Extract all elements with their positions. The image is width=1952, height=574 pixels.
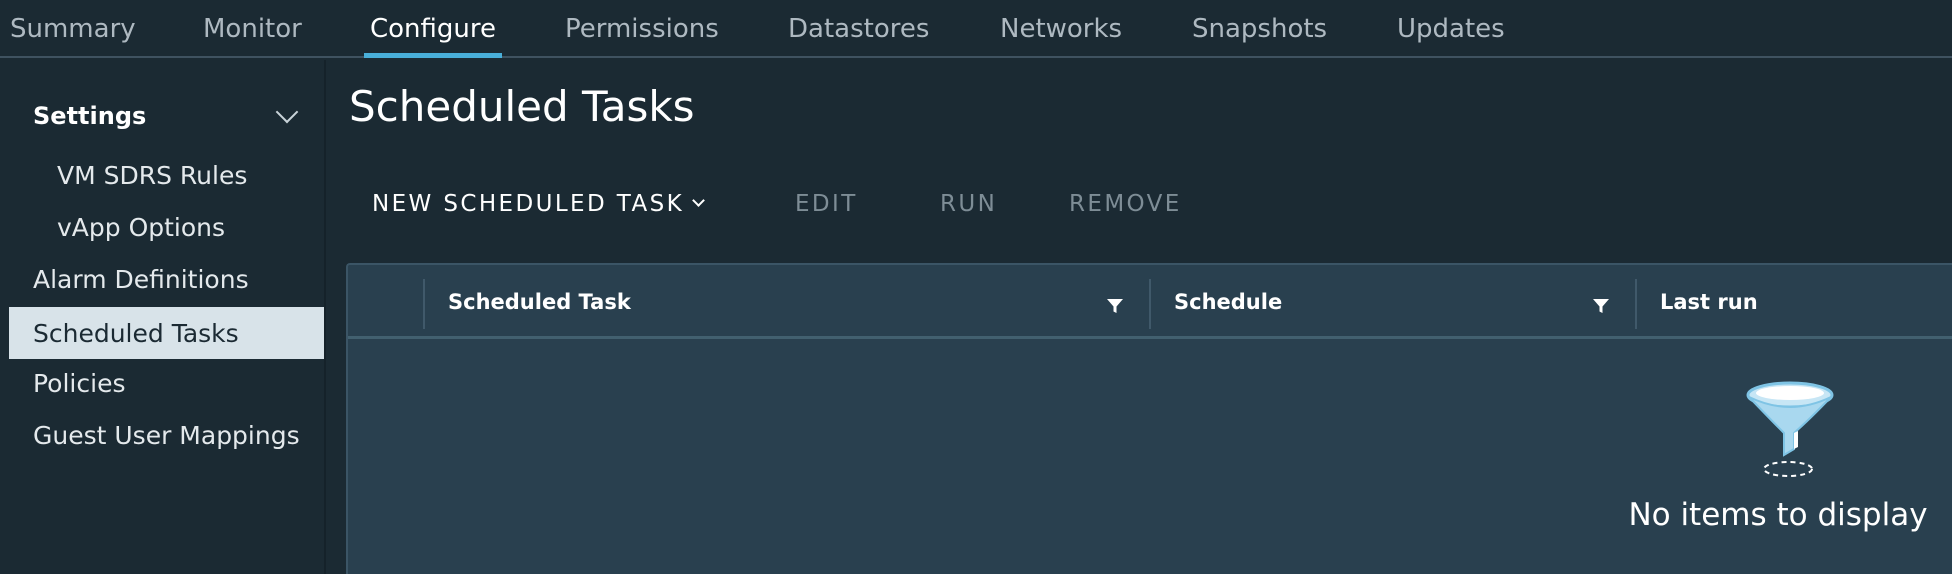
remove-button[interactable]: REMOVE xyxy=(1069,184,1182,224)
column-header-last-run[interactable]: Last run xyxy=(1660,265,1758,339)
caret-down-icon xyxy=(692,193,705,207)
filter-icon[interactable] xyxy=(1590,295,1612,317)
sidebar-item-label: Policies xyxy=(33,368,126,398)
sidebar-item-label: Alarm Definitions xyxy=(33,264,249,294)
sidebar-item-alarm-definitions[interactable]: Alarm Definitions xyxy=(9,253,324,305)
run-button[interactable]: RUN xyxy=(940,184,997,224)
sidebar-item-label: Guest User Mappings xyxy=(33,420,300,450)
tab-snapshots[interactable]: Snapshots xyxy=(1192,0,1327,58)
empty-state-text: No items to display xyxy=(1628,497,1928,533)
sidebar-item-label: Scheduled Tasks xyxy=(33,318,239,348)
page-title: Scheduled Tasks xyxy=(349,82,695,131)
tab-permissions[interactable]: Permissions xyxy=(565,0,719,58)
sidebar-item-guest-user-mappings[interactable]: Guest User Mappings xyxy=(9,409,324,461)
sidebar-item-scheduled-tasks[interactable]: Scheduled Tasks xyxy=(9,307,324,359)
sidebar-item-vapp-options[interactable]: vApp Options xyxy=(9,201,324,253)
tab-bar: Summary Monitor Configure Permissions Da… xyxy=(0,0,1952,58)
tab-networks[interactable]: Networks xyxy=(1000,0,1122,58)
filter-icon[interactable] xyxy=(1104,295,1126,317)
sidebar-group-label: Settings xyxy=(33,102,147,130)
grid-header: Scheduled Task Schedule Last run xyxy=(348,265,1952,339)
tab-datastores[interactable]: Datastores xyxy=(788,0,929,58)
sidebar: Settings VM SDRS Rules vApp Options Alar… xyxy=(0,60,326,574)
sidebar-group-settings[interactable]: Settings xyxy=(33,96,303,136)
funnel-icon xyxy=(1740,375,1840,484)
column-header-scheduled-task[interactable]: Scheduled Task xyxy=(448,265,631,339)
sidebar-item-policies[interactable]: Policies xyxy=(9,357,324,409)
column-separator[interactable] xyxy=(423,279,425,329)
sidebar-item-label: vApp Options xyxy=(57,212,226,242)
new-scheduled-task-button[interactable]: NEW SCHEDULED TASK xyxy=(372,184,705,224)
sidebar-item-vm-sdrs-rules[interactable]: VM SDRS Rules xyxy=(9,149,324,201)
tab-updates[interactable]: Updates xyxy=(1397,0,1505,58)
chevron-down-icon[interactable] xyxy=(275,100,299,124)
column-header-schedule[interactable]: Schedule xyxy=(1174,265,1282,339)
tab-monitor[interactable]: Monitor xyxy=(203,0,302,58)
empty-state: No items to display xyxy=(1628,375,1928,574)
edit-button[interactable]: EDIT xyxy=(795,184,858,224)
tab-configure[interactable]: Configure xyxy=(363,0,503,58)
scheduled-tasks-grid: Scheduled Task Schedule Last run No item… xyxy=(346,263,1952,574)
new-scheduled-task-label: NEW SCHEDULED TASK xyxy=(372,191,685,217)
sidebar-item-label: VM SDRS Rules xyxy=(57,160,248,190)
column-separator[interactable] xyxy=(1149,279,1151,329)
tab-summary[interactable]: Summary xyxy=(10,0,136,58)
column-separator[interactable] xyxy=(1635,279,1637,329)
